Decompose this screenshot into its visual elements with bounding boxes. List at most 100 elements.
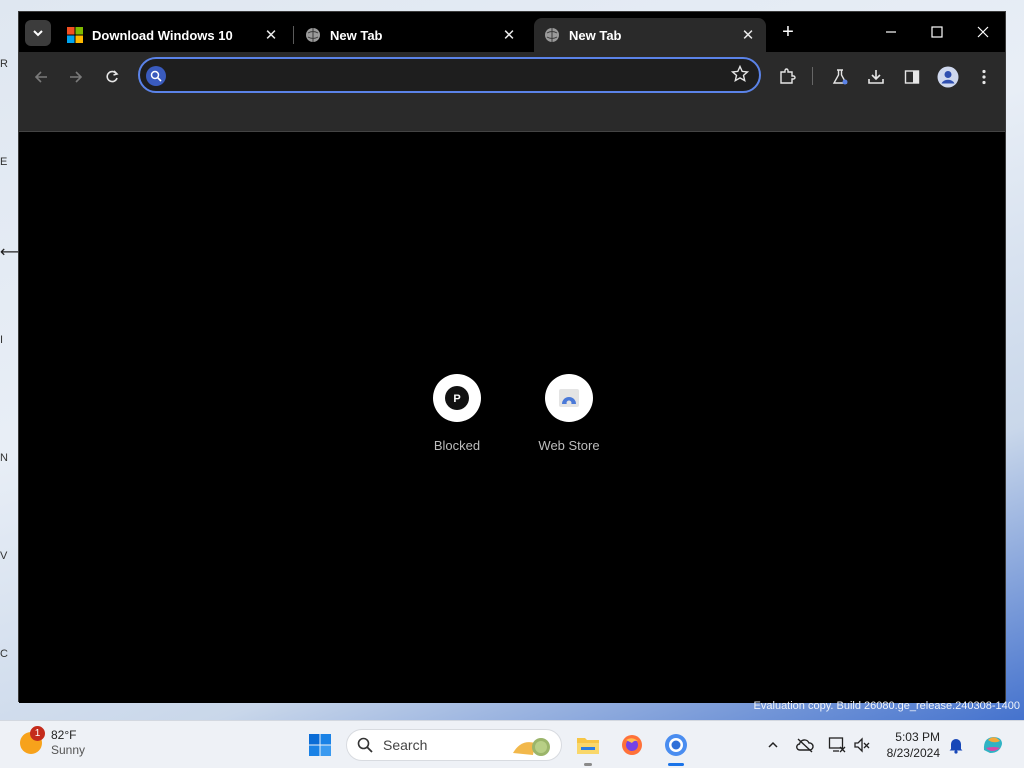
active-app-indicator (668, 763, 684, 766)
tab-download-windows[interactable]: Download Windows 10 ✕ (57, 18, 289, 52)
new-tab-page: P Blocked Web Store (19, 133, 1005, 703)
windows-logo-icon (67, 27, 83, 43)
cloud-offline-icon (796, 738, 814, 753)
tab-new-tab-active[interactable]: New Tab ✕ (534, 18, 766, 52)
browser-menu-button[interactable] (971, 64, 997, 90)
show-hidden-icons-button[interactable] (763, 735, 783, 755)
flask-icon (832, 69, 848, 85)
globe-icon (545, 28, 559, 42)
copilot-button[interactable] (980, 732, 1006, 758)
system-clock[interactable]: 5:03 PM 8/23/2024 (880, 729, 940, 761)
new-tab-button[interactable]: + (777, 22, 799, 42)
file-explorer-button[interactable] (572, 729, 604, 761)
tab-title: New Tab (569, 27, 622, 43)
desktop-icon-label-fragment: E (0, 156, 8, 168)
network-icon (828, 737, 846, 753)
shortcut-icon-circle: P (433, 374, 481, 422)
tab-strip: Download Windows 10 ✕ New Tab ✕ New Tab … (19, 12, 1005, 52)
shortcut-label: Blocked (433, 438, 481, 453)
onedrive-tray-button[interactable] (795, 735, 815, 755)
puzzle-piece-icon (780, 68, 796, 84)
search-icon (146, 66, 166, 86)
desktop-icon-label-fragment: N (0, 452, 8, 464)
minimize-icon (886, 31, 896, 33)
tab-search-button[interactable] (25, 20, 51, 46)
shortcut-web-store[interactable]: Web Store (529, 374, 609, 453)
back-button[interactable] (28, 64, 54, 90)
notifications-button[interactable] (946, 735, 966, 755)
globe-icon (306, 28, 320, 42)
toolbar-divider (812, 67, 813, 85)
browser-window: Download Windows 10 ✕ New Tab ✕ New Tab … (18, 11, 1006, 703)
weather-temperature: 82°F (51, 728, 77, 742)
clock-date: 8/23/2024 (886, 746, 940, 760)
address-bar[interactable] (138, 57, 761, 93)
windows-start-icon (309, 734, 331, 756)
minimize-button[interactable] (876, 20, 906, 44)
desktop-icon-label-fragment: R (0, 58, 8, 70)
running-indicator (584, 763, 592, 766)
search-label: Search (383, 737, 428, 753)
side-panel-button[interactable] (899, 64, 925, 90)
search-icon (357, 737, 373, 753)
extensions-button[interactable] (774, 64, 800, 90)
search-highlight-image-icon (513, 738, 550, 756)
forward-button[interactable] (63, 64, 89, 90)
clock-time: 5:03 PM (895, 730, 940, 744)
web-store-icon (559, 389, 579, 407)
browser-toolbar (19, 52, 1005, 132)
side-panel-icon (904, 70, 920, 84)
weather-condition: Sunny (51, 743, 86, 757)
more-vertical-icon (982, 69, 986, 85)
avatar-icon (937, 66, 959, 88)
desktop-icon-label-fragment: C (0, 648, 8, 660)
bookmark-star-button[interactable] (730, 64, 750, 88)
taskbar: 1 82°F Sunny Search 5:03 PM 8/23/2024 (0, 720, 1024, 768)
address-input[interactable] (170, 65, 710, 85)
chevron-down-icon (33, 30, 43, 37)
weather-widget[interactable]: 1 82°F Sunny (20, 726, 86, 758)
arrow-left-icon (34, 71, 47, 83)
close-window-button[interactable] (968, 20, 998, 44)
folder-icon (577, 738, 599, 754)
shortcut-icon-circle (545, 374, 593, 422)
maximize-icon (931, 26, 943, 38)
arrow-right-icon (70, 71, 83, 83)
sun-icon: 1 (20, 726, 45, 754)
tab-close-button[interactable]: ✕ (263, 26, 279, 44)
chrome-button[interactable] (660, 729, 692, 761)
taskbar-search-box[interactable]: Search (346, 729, 562, 761)
reload-icon (106, 70, 119, 83)
p-letter-icon: P (445, 386, 469, 410)
network-tray-button[interactable] (827, 735, 847, 755)
download-icon (868, 70, 884, 84)
evaluation-watermark: Evaluation copy. Build 26080.ge_release.… (753, 700, 1020, 712)
chevron-up-icon (768, 741, 778, 748)
start-button[interactable] (304, 729, 336, 761)
chrome-icon (665, 734, 687, 756)
desktop-icon-label-fragment: V (0, 550, 8, 562)
star-icon (730, 64, 750, 83)
shortcut-blocked[interactable]: P Blocked (417, 374, 497, 453)
tab-close-button[interactable]: ✕ (740, 26, 756, 44)
speaker-muted-icon (854, 737, 870, 753)
svg-text:P: P (453, 393, 460, 405)
tab-new-tab[interactable]: New Tab ✕ (295, 18, 527, 52)
downloads-button[interactable] (863, 64, 889, 90)
firefox-icon (622, 735, 642, 755)
bell-icon (949, 739, 963, 754)
volume-tray-button[interactable] (852, 735, 872, 755)
copilot-icon (983, 737, 1002, 753)
profile-button[interactable] (935, 64, 961, 90)
desktop-icon-label-fragment: I (0, 334, 4, 346)
chrome-labs-button[interactable] (827, 64, 853, 90)
firefox-button[interactable] (616, 729, 648, 761)
tab-divider (293, 26, 294, 44)
tab-close-button[interactable]: ✕ (501, 26, 517, 44)
notification-badge: 1 (30, 726, 45, 741)
tab-title: Download Windows 10 (92, 27, 233, 43)
maximize-button[interactable] (922, 20, 952, 44)
reload-button[interactable] (99, 64, 125, 90)
tab-title: New Tab (330, 27, 383, 43)
close-icon (977, 26, 989, 38)
